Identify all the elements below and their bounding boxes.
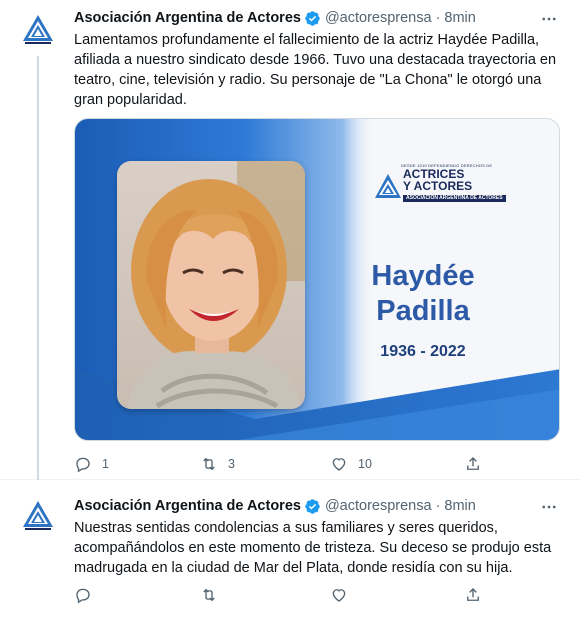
triangle-logo-icon xyxy=(373,172,403,202)
retweet-count: 3 xyxy=(228,457,235,471)
tweet-actions xyxy=(74,585,494,605)
timestamp[interactable]: 8min xyxy=(444,498,475,514)
tweet-actions: 1 3 10 xyxy=(74,454,494,474)
retweet-icon xyxy=(203,588,215,602)
reply-count: 1 xyxy=(102,457,109,471)
logo-title: ACTRICES Y ACTORES xyxy=(403,168,472,192)
avatar[interactable] xyxy=(18,496,58,536)
first-name: Haydée xyxy=(371,260,475,292)
thread-connector xyxy=(37,56,39,480)
author-handle[interactable]: @actoresprensa xyxy=(325,10,432,26)
reply-icon xyxy=(76,588,90,604)
share-button[interactable] xyxy=(464,454,482,474)
share-icon xyxy=(467,457,479,470)
life-years: 1936 - 2022 xyxy=(380,343,466,360)
author-name[interactable]: Asociación Argentina de Actores xyxy=(74,498,301,514)
retweet-icon xyxy=(203,457,215,471)
more-options-icon[interactable] xyxy=(540,10,558,28)
author-name[interactable]: Asociación Argentina de Actores xyxy=(74,10,301,26)
more-options-icon[interactable] xyxy=(540,498,558,516)
last-name: Padilla xyxy=(376,295,470,327)
separator-dot: · xyxy=(435,498,441,514)
union-logo: DESDE 1919 DEFENDIENDO DERECHOS DE ACTRI… xyxy=(373,163,506,205)
tweet-image[interactable]: DESDE 1919 DEFENDIENDO DERECHOS DE ACTRI… xyxy=(74,118,560,441)
timestamp[interactable]: 8min xyxy=(444,10,475,26)
share-button[interactable] xyxy=(464,585,482,605)
like-button[interactable]: 10 xyxy=(330,454,372,474)
logo-subtitle: ASOCIACIÓN ARGENTINA DE ACTORES xyxy=(403,195,506,202)
reply-button[interactable]: 1 xyxy=(74,454,109,474)
triangle-logo-icon xyxy=(18,496,58,536)
verified-badge-icon xyxy=(304,498,321,515)
tweet-text: Nuestras sentidas condolencias a sus fam… xyxy=(74,520,552,576)
retweet-button[interactable]: 3 xyxy=(200,454,235,474)
reply-icon xyxy=(76,457,90,473)
tweet[interactable]: Asociación Argentina de Actores @actores… xyxy=(0,0,580,480)
verified-badge-icon xyxy=(304,10,321,27)
retweet-button[interactable] xyxy=(200,585,218,605)
like-icon xyxy=(332,589,346,602)
author-handle[interactable]: @actoresprensa xyxy=(325,498,432,514)
actress-photo xyxy=(117,161,305,409)
tweet[interactable]: Asociación Argentina de Actores @actores… xyxy=(0,484,580,621)
person-name: Haydée Padilla xyxy=(343,259,503,329)
logo-title-line-2: Y ACTORES xyxy=(403,179,473,193)
tweet-text: Lamentamos profundamente el fallecimient… xyxy=(74,32,557,108)
like-button[interactable] xyxy=(330,585,348,605)
reply-button[interactable] xyxy=(74,585,92,605)
avatar[interactable] xyxy=(18,10,58,50)
tweet-header: Asociación Argentina de Actores @actores… xyxy=(74,8,476,28)
share-icon xyxy=(467,588,479,601)
tweet-header: Asociación Argentina de Actores @actores… xyxy=(74,496,476,516)
like-count: 10 xyxy=(358,457,372,471)
like-icon xyxy=(332,458,346,471)
separator-dot: · xyxy=(435,10,441,26)
triangle-logo-icon xyxy=(18,10,58,50)
